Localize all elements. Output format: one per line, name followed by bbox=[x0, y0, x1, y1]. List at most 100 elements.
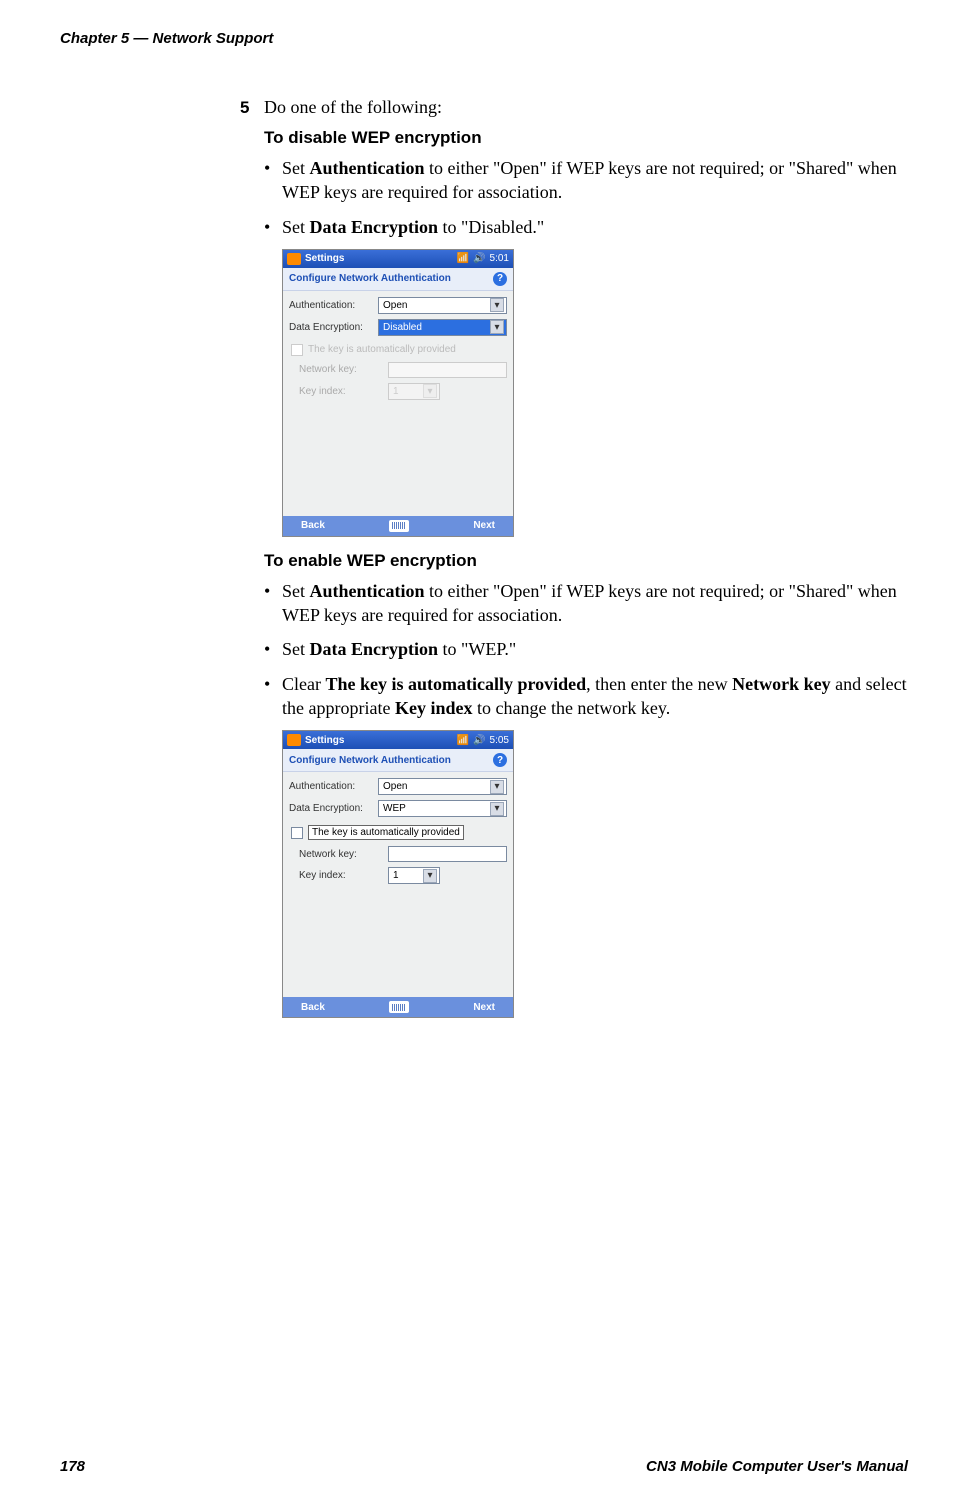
subheader-title: Configure Network Authentication bbox=[289, 273, 451, 284]
title: Settings bbox=[305, 253, 453, 264]
title: Settings bbox=[305, 735, 453, 746]
network-key-input[interactable] bbox=[388, 846, 507, 862]
encryption-select[interactable]: Disabled ▾ bbox=[378, 319, 507, 336]
bullet-text: Set Authentication to either "Open" if W… bbox=[282, 579, 908, 628]
text-fragment: to change the network key. bbox=[472, 698, 670, 718]
bottom-bar: Back Next bbox=[283, 516, 513, 536]
bullet-disable-encryption: • Set Data Encryption to "Disabled." bbox=[264, 215, 908, 239]
bullet-text: Clear The key is automatically provided,… bbox=[282, 672, 908, 721]
key-index-select[interactable]: 1 ▾ bbox=[388, 867, 440, 884]
text-fragment: Set bbox=[282, 639, 310, 659]
encryption-select[interactable]: WEP ▾ bbox=[378, 800, 507, 817]
titlebar: Settings 📶 🔊 5:01 bbox=[283, 250, 513, 268]
chevron-down-icon: ▾ bbox=[490, 802, 504, 816]
manual-title: CN3 Mobile Computer User's Manual bbox=[646, 1458, 908, 1475]
enable-heading: To enable WEP encryption bbox=[264, 551, 908, 571]
chevron-down-icon: ▾ bbox=[490, 298, 504, 312]
disable-heading: To disable WEP encryption bbox=[264, 128, 908, 148]
chevron-down-icon: ▾ bbox=[423, 869, 437, 883]
encryption-label: Data Encryption: bbox=[289, 322, 374, 333]
network-key-input bbox=[388, 362, 507, 378]
bullet-text: Set Authentication to either "Open" if W… bbox=[282, 156, 908, 205]
bullet-enable-clear: • Clear The key is automatically provide… bbox=[264, 672, 908, 721]
next-button[interactable]: Next bbox=[473, 1002, 495, 1013]
windows-flag-icon bbox=[287, 253, 301, 265]
bold-network-key: Network key bbox=[732, 674, 830, 694]
auto-key-checkbox bbox=[291, 344, 303, 356]
bottom-bar: Back Next bbox=[283, 997, 513, 1017]
signal-icon: 📶 bbox=[457, 735, 469, 746]
clock: 5:05 bbox=[490, 735, 509, 746]
speaker-icon: 🔊 bbox=[473, 735, 485, 746]
text-fragment: Set bbox=[282, 217, 310, 237]
chapter-header: Chapter 5 — Network Support bbox=[60, 30, 908, 47]
bold-authentication: Authentication bbox=[310, 158, 425, 178]
signal-icon: 📶 bbox=[457, 253, 469, 264]
bold-authentication: Authentication bbox=[310, 581, 425, 601]
bullet-dot: • bbox=[264, 674, 282, 695]
page-footer: 178 CN3 Mobile Computer User's Manual bbox=[60, 1458, 908, 1475]
network-key-label: Network key: bbox=[299, 849, 384, 860]
auto-key-label: The key is automatically provided bbox=[308, 344, 456, 355]
key-index-label: Key index: bbox=[299, 870, 384, 881]
text-fragment: to "WEP." bbox=[438, 639, 516, 659]
text-fragment: Clear bbox=[282, 674, 325, 694]
authentication-select[interactable]: Open ▾ bbox=[378, 778, 507, 795]
select-value: Open bbox=[383, 300, 407, 311]
bullet-enable-encryption: • Set Data Encryption to "WEP." bbox=[264, 637, 908, 661]
dialog-body: Authentication: Open ▾ Data Encryption: … bbox=[283, 772, 513, 997]
bullet-disable-auth: • Set Authentication to either "Open" if… bbox=[264, 156, 908, 205]
next-button[interactable]: Next bbox=[473, 520, 495, 531]
bullet-text: Set Data Encryption to "WEP." bbox=[282, 637, 516, 661]
titlebar: Settings 📶 🔊 5:05 bbox=[283, 731, 513, 749]
back-button[interactable]: Back bbox=[301, 520, 325, 531]
select-value: Disabled bbox=[383, 322, 422, 333]
dialog-body: Authentication: Open ▾ Data Encryption: … bbox=[283, 291, 513, 516]
bullet-enable-auth: • Set Authentication to either "Open" if… bbox=[264, 579, 908, 628]
chevron-down-icon: ▾ bbox=[423, 384, 437, 398]
network-key-label: Network key: bbox=[299, 364, 384, 375]
bullet-dot: • bbox=[264, 639, 282, 660]
bullet-dot: • bbox=[264, 581, 282, 602]
encryption-label: Data Encryption: bbox=[289, 803, 374, 814]
select-value: WEP bbox=[383, 803, 406, 814]
screenshot-enable-wep: Settings 📶 🔊 5:05 Configure Network Auth… bbox=[282, 730, 514, 1018]
clock: 5:01 bbox=[490, 253, 509, 264]
page-number: 178 bbox=[60, 1458, 85, 1475]
subheader-title: Configure Network Authentication bbox=[289, 755, 451, 766]
text-fragment: Set bbox=[282, 158, 310, 178]
auto-key-label: The key is automatically provided bbox=[308, 825, 464, 840]
bullet-dot: • bbox=[264, 217, 282, 238]
select-value: 1 bbox=[393, 386, 399, 397]
select-value: 1 bbox=[393, 870, 399, 881]
text-fragment: , then enter the new bbox=[586, 674, 732, 694]
bold-data-encryption: Data Encryption bbox=[310, 639, 439, 659]
status-icons: 📶 🔊 5:01 bbox=[457, 253, 509, 264]
key-index-label: Key index: bbox=[299, 386, 384, 397]
help-icon[interactable]: ? bbox=[493, 272, 507, 286]
text-fragment: to "Disabled." bbox=[438, 217, 544, 237]
select-value: Open bbox=[383, 781, 407, 792]
bold-key-index: Key index bbox=[395, 698, 473, 718]
bold-data-encryption: Data Encryption bbox=[310, 217, 439, 237]
step-text: Do one of the following: bbox=[264, 97, 442, 118]
windows-flag-icon bbox=[287, 734, 301, 746]
chevron-down-icon: ▾ bbox=[490, 780, 504, 794]
authentication-label: Authentication: bbox=[289, 300, 374, 311]
keyboard-icon[interactable] bbox=[389, 520, 409, 532]
back-button[interactable]: Back bbox=[301, 1002, 325, 1013]
step-5: 5 Do one of the following: bbox=[240, 97, 908, 118]
status-icons: 📶 🔊 5:05 bbox=[457, 735, 509, 746]
bullet-text: Set Data Encryption to "Disabled." bbox=[282, 215, 544, 239]
subheader: Configure Network Authentication ? bbox=[283, 749, 513, 772]
authentication-label: Authentication: bbox=[289, 781, 374, 792]
authentication-select[interactable]: Open ▾ bbox=[378, 297, 507, 314]
speaker-icon: 🔊 bbox=[473, 253, 485, 264]
auto-key-checkbox[interactable] bbox=[291, 827, 303, 839]
help-icon[interactable]: ? bbox=[493, 753, 507, 767]
chevron-down-icon: ▾ bbox=[490, 320, 504, 334]
keyboard-icon[interactable] bbox=[389, 1001, 409, 1013]
text-fragment: Set bbox=[282, 581, 310, 601]
key-index-select: 1 ▾ bbox=[388, 383, 440, 400]
bullet-dot: • bbox=[264, 158, 282, 179]
